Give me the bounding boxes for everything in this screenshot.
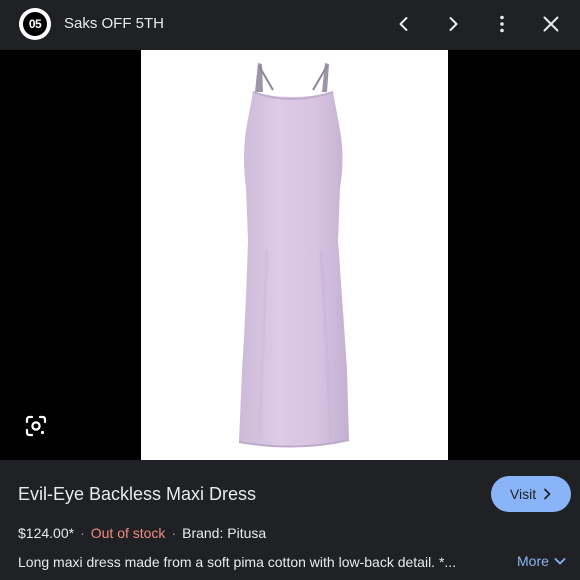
close-button[interactable] bbox=[536, 9, 566, 39]
image-viewer: 05 Saks OFF 5TH Evil-Eye Backless Maxi D… bbox=[0, 0, 580, 580]
google-lens-button[interactable] bbox=[22, 412, 50, 440]
previous-button[interactable] bbox=[389, 9, 419, 39]
site-logo-text: 05 bbox=[23, 12, 47, 36]
more-options-button[interactable] bbox=[487, 9, 517, 39]
product-title[interactable]: Evil-Eye Backless Maxi Dress bbox=[18, 482, 256, 506]
stock-status: Out of stock bbox=[90, 525, 166, 541]
site-logo[interactable]: 05 bbox=[19, 8, 51, 40]
meta-separator: · bbox=[80, 525, 85, 541]
visit-button[interactable]: Visit bbox=[491, 476, 571, 512]
visit-label: Visit bbox=[509, 486, 537, 502]
dress-illustration bbox=[238, 63, 350, 448]
more-button[interactable]: More bbox=[517, 552, 566, 570]
more-vert-icon bbox=[500, 15, 504, 33]
more-label: More bbox=[517, 553, 549, 569]
product-brand: Brand: Pitusa bbox=[182, 525, 267, 541]
viewer-header: 05 Saks OFF 5TH bbox=[0, 0, 580, 50]
chevron-left-icon bbox=[399, 17, 408, 31]
meta-separator: · bbox=[171, 525, 177, 541]
chevron-right-icon bbox=[544, 488, 551, 500]
product-info-panel: Evil-Eye Backless Maxi Dress Visit $124.… bbox=[0, 460, 580, 580]
product-meta: $124.00* · Out of stock · Brand: Pitusa bbox=[18, 524, 266, 542]
google-lens-icon bbox=[25, 415, 47, 437]
product-description: Long maxi dress made from a soft pima co… bbox=[18, 554, 457, 570]
site-name[interactable]: Saks OFF 5TH bbox=[64, 14, 164, 34]
product-price: $124.00* bbox=[18, 525, 75, 541]
chevron-right-icon bbox=[449, 17, 458, 31]
image-stage bbox=[0, 50, 580, 460]
product-image[interactable] bbox=[141, 50, 448, 460]
close-icon bbox=[543, 16, 559, 32]
chevron-down-icon bbox=[554, 558, 566, 565]
next-button[interactable] bbox=[438, 9, 468, 39]
